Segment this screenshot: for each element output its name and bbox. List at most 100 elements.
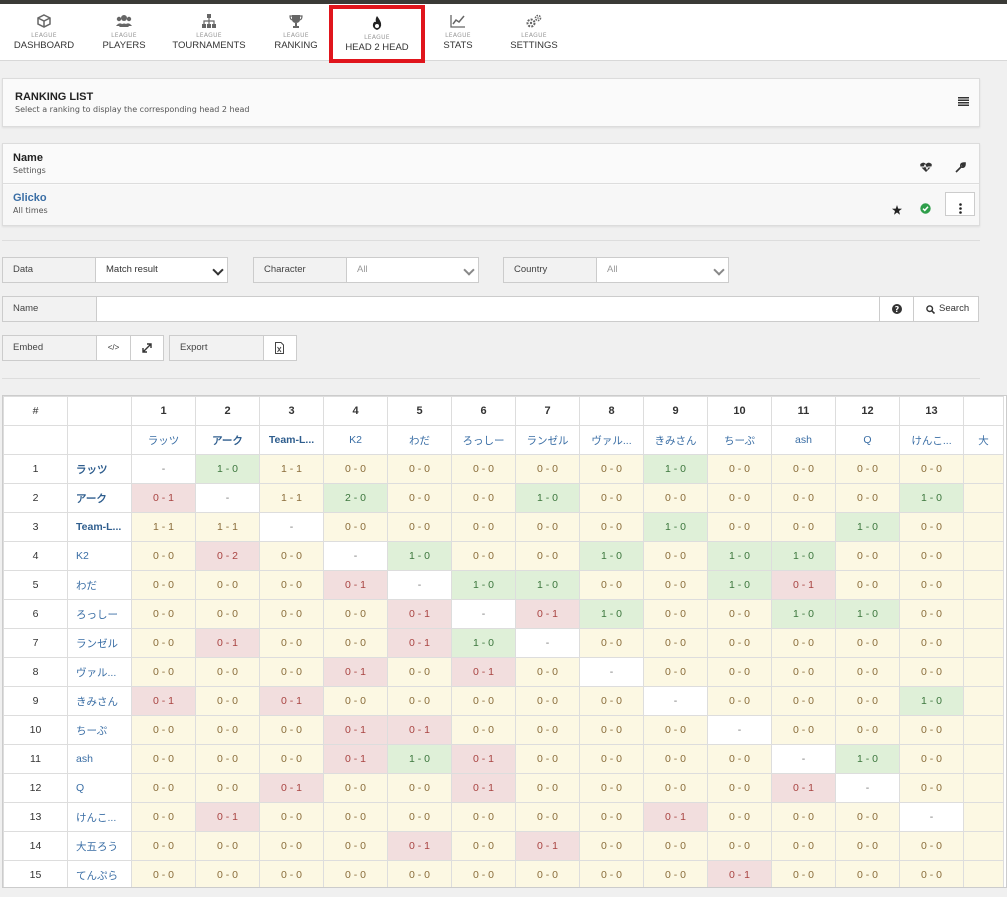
score-cell: 0 - 0	[131, 628, 196, 658]
row-player-name[interactable]: けんこ...	[67, 802, 132, 832]
row-player-name[interactable]: K2	[67, 541, 132, 571]
row-player-name[interactable]: わだ	[67, 570, 132, 600]
row-player-name[interactable]: ash	[67, 744, 132, 774]
score-cell: -	[131, 454, 196, 484]
row-player-name[interactable]: 大五ろう	[67, 831, 132, 861]
character-label: Character	[254, 258, 347, 282]
row-player-name[interactable]: ろっしー	[67, 599, 132, 629]
score-cell: 0 - 0	[707, 831, 772, 861]
column-player-name[interactable]: Q	[835, 425, 900, 455]
column-player-name[interactable]: ash	[771, 425, 836, 455]
score-cell: 0 - 0	[899, 512, 964, 542]
embed-code-button[interactable]: </>	[97, 336, 131, 360]
row-player-name[interactable]: ちーぷ	[67, 715, 132, 745]
score-cell: 0 - 0	[195, 773, 260, 803]
column-player-name[interactable]: ランゼル	[515, 425, 580, 455]
ranking-list-title: RANKING LIST	[15, 91, 94, 103]
column-player-name[interactable]: Team-L...	[259, 425, 324, 455]
column-player-name[interactable]: ろっしー	[451, 425, 516, 455]
score-cell	[963, 599, 1004, 629]
character-select[interactable]: Character All	[253, 257, 479, 283]
row-player-name[interactable]: Q	[67, 773, 132, 803]
export-excel-button[interactable]	[264, 336, 296, 360]
column-player-name[interactable]: 大	[963, 425, 1004, 455]
column-player-name[interactable]: K2	[323, 425, 388, 455]
row-number: 4	[3, 541, 68, 571]
league-nav-bar: LEAGUE DASHBOARD LEAGUE PLAYERS LEAGUE T…	[0, 4, 1007, 63]
row-number: 15	[3, 860, 68, 887]
score-cell: 0 - 0	[771, 831, 836, 861]
column-player-name[interactable]: わだ	[387, 425, 452, 455]
expand-button[interactable]	[131, 336, 163, 360]
score-cell: 0 - 0	[131, 715, 196, 745]
score-cell: 1 - 0	[835, 744, 900, 774]
score-cell: 0 - 1	[771, 570, 836, 600]
score-cell: 1 - 1	[259, 454, 324, 484]
score-cell: 0 - 1	[195, 802, 260, 832]
character-value[interactable]: All	[347, 258, 368, 282]
row-player-name[interactable]: ラッツ	[67, 454, 132, 484]
score-cell: -	[899, 802, 964, 832]
score-cell: 0 - 0	[707, 454, 772, 484]
score-cell: -	[259, 512, 324, 542]
column-player-name[interactable]: アーク	[195, 425, 260, 455]
star-icon[interactable]	[892, 200, 902, 219]
row-player-name[interactable]: Team-L...	[67, 512, 132, 542]
search-label: Search	[939, 303, 970, 314]
score-cell: 1 - 0	[195, 454, 260, 484]
row-number: 6	[3, 599, 68, 629]
data-select[interactable]: Data Match result	[2, 257, 228, 283]
score-cell: 1 - 1	[195, 512, 260, 542]
country-select[interactable]: Country All	[503, 257, 729, 283]
bracket-icon	[168, 13, 250, 31]
score-cell: -	[323, 541, 388, 571]
nav-stats[interactable]: LEAGUE STATS	[434, 7, 482, 57]
row-number: 14	[3, 831, 68, 861]
column-player-name[interactable]: ヴァル...	[579, 425, 644, 455]
help-button[interactable]: ?	[879, 297, 913, 321]
country-value[interactable]: All	[597, 258, 618, 282]
score-cell: 0 - 0	[771, 802, 836, 832]
data-value[interactable]: Match result	[96, 258, 158, 282]
table-row: 1 ラッツ -1 - 01 - 10 - 00 - 00 - 00 - 00 - 0…	[3, 454, 1004, 484]
row-player-name[interactable]: ランゼル	[67, 628, 132, 658]
nav-ranking[interactable]: LEAGUE RANKING	[268, 7, 324, 57]
list-icon[interactable]	[958, 91, 969, 110]
name-input[interactable]	[97, 297, 879, 321]
column-player-name[interactable]: ちーぷ	[707, 425, 772, 455]
score-cell: 0 - 0	[771, 512, 836, 542]
table-row: 3 Team-L... 1 - 11 - 1-0 - 00 - 00 - 00 - …	[3, 512, 1004, 542]
nav-settings[interactable]: LEAGUE SETTINGS	[504, 7, 564, 57]
row-number: 5	[3, 570, 68, 600]
score-cell: 0 - 2	[195, 541, 260, 571]
column-number: 12	[835, 396, 900, 426]
score-cell: -	[451, 599, 516, 629]
row-options-button[interactable]	[945, 192, 975, 216]
row-player-name[interactable]: アーク	[67, 483, 132, 513]
score-cell: 0 - 1	[259, 686, 324, 716]
score-cell	[963, 686, 1004, 716]
score-cell: 0 - 1	[451, 773, 516, 803]
ranking-row-name[interactable]: Glicko	[13, 192, 979, 204]
score-cell: 0 - 0	[579, 454, 644, 484]
score-cell: 0 - 0	[451, 541, 516, 571]
column-player-name[interactable]: きみさん	[643, 425, 708, 455]
column-player-name[interactable]: ラッツ	[131, 425, 196, 455]
nav-tournaments[interactable]: LEAGUE TOURNAMENTS	[168, 7, 250, 57]
row-player-name[interactable]: てんぷら	[67, 860, 132, 887]
nav-dashboard[interactable]: LEAGUE DASHBOARD	[8, 7, 80, 57]
nav-players[interactable]: LEAGUE PLAYERS	[96, 7, 152, 57]
score-cell: 0 - 0	[259, 744, 324, 774]
row-player-name[interactable]: ヴァル...	[67, 657, 132, 687]
ranking-row-glicko[interactable]: Glicko All times	[3, 185, 979, 225]
score-cell: 0 - 1	[323, 715, 388, 745]
head-to-head-table: #1 2 3 4 5 6 7 8 9 10 11 12 13 ラッツ アーク Team-L... K2 わだ ろっし…	[3, 396, 1004, 887]
nav-head-2-head[interactable]: LEAGUE HEAD 2 HEAD	[329, 5, 425, 63]
table-row: 10 ちーぷ 0 - 00 - 00 - 00 - 10 - 10 - 00 - 0…	[3, 715, 1004, 745]
hash-header: #	[3, 396, 68, 426]
column-player-name[interactable]: けんこ...	[899, 425, 964, 455]
empty-header	[67, 396, 132, 426]
score-cell: 0 - 0	[131, 831, 196, 861]
row-player-name[interactable]: きみさん	[67, 686, 132, 716]
search-button[interactable]: Search	[913, 297, 979, 321]
